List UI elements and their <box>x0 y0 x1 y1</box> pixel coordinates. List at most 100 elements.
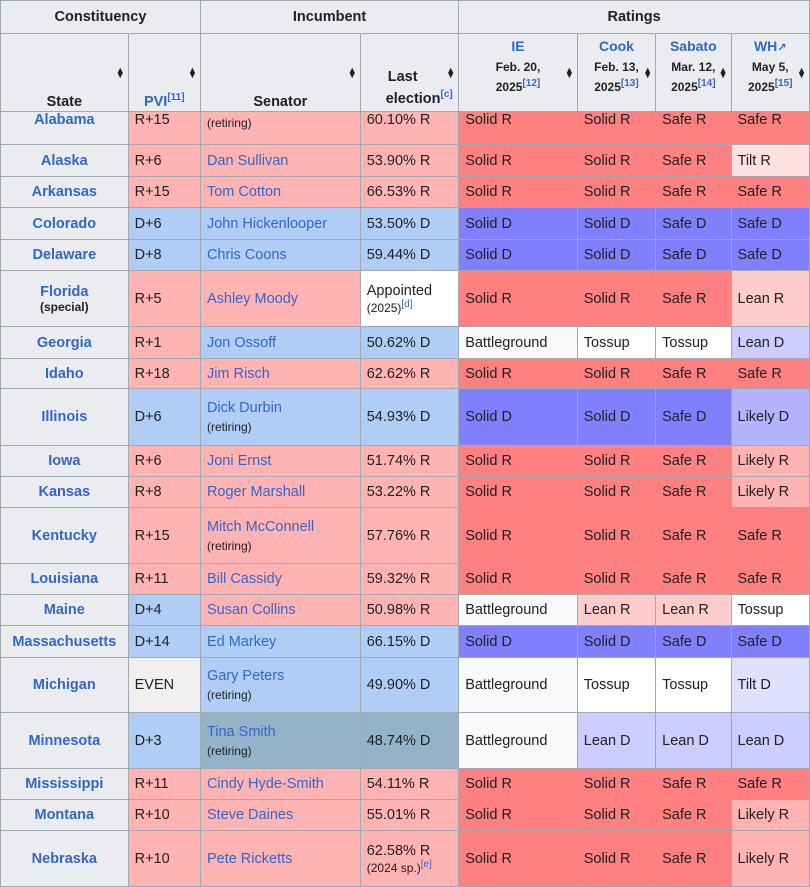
election-ref[interactable]: [e] <box>421 859 432 870</box>
senator-cell[interactable]: Jim Risch <box>199 358 361 389</box>
source-cook-ref[interactable]: [13] <box>621 78 639 89</box>
sort-arrows-icon[interactable]: ▲ ▼ <box>797 66 806 80</box>
senator-link[interactable]: Dick Durbin <box>207 400 354 416</box>
senator-cell[interactable]: Chris Coons <box>199 239 361 271</box>
senator-link[interactable]: Roger Marshall <box>207 484 354 500</box>
state-cell[interactable]: Maine <box>0 594 129 626</box>
table-row: Florida (special) R+5 Ashley Moody Appointed… <box>0 270 810 327</box>
senator-link[interactable]: Susan Collins <box>207 602 354 618</box>
rating-cell: Solid R <box>458 144 578 177</box>
source-sabato-link[interactable]: Sabato <box>657 38 729 54</box>
senator-cell[interactable]: Gary Peters (retiring) <box>199 657 361 713</box>
state-cell[interactable]: Nebraska <box>0 830 129 887</box>
sort-arrows-icon[interactable]: ▲ ▼ <box>719 66 728 80</box>
senator-cell[interactable]: Joni Ernst <box>199 445 361 477</box>
state-cell[interactable]: Delaware <box>0 239 129 271</box>
senator-link[interactable]: Jon Ossoff <box>207 335 354 351</box>
senator-link[interactable]: Chris Coons <box>207 247 354 263</box>
source-ie-ref[interactable]: [12] <box>522 78 540 89</box>
source-cook-header[interactable]: Cook Feb. 13, 2025[13] ▲ ▼ <box>576 33 657 112</box>
senator-link[interactable]: John Hickenlooper <box>207 216 354 232</box>
state-cell[interactable]: Illinois <box>0 388 129 446</box>
table-row: Mississippi R+11 Cindy Hyde-Smith 54.11% RS… <box>0 768 810 800</box>
senator-link[interactable]: Dan Sullivan <box>207 153 354 169</box>
senator-cell[interactable]: Pete Ricketts <box>199 830 361 887</box>
rating-cell: Solid R <box>576 176 657 208</box>
state-cell[interactable]: Georgia <box>0 326 129 359</box>
state-cell[interactable]: Massachusetts <box>0 625 129 658</box>
senator-cell[interactable]: John Hickenlooper <box>199 207 361 240</box>
senator-link[interactable]: Bill Cassidy <box>207 571 354 587</box>
pvi-ref[interactable]: [11] <box>167 92 184 103</box>
senator-cell[interactable]: Susan Collins <box>199 594 361 626</box>
senator-link[interactable]: Tom Cotton <box>207 184 354 200</box>
source-ie-link[interactable]: IE <box>460 38 576 54</box>
state-cell[interactable]: Idaho <box>0 358 129 389</box>
senator-column-header[interactable]: Senator ▲ ▼ <box>199 33 361 112</box>
state-cell[interactable]: Montana <box>0 799 129 831</box>
state-cell[interactable]: Colorado <box>0 207 129 240</box>
senator-link[interactable]: Gary Peters <box>207 668 354 684</box>
election-ref[interactable]: [c] <box>441 89 453 100</box>
election-ref[interactable]: [d] <box>401 299 412 310</box>
senator-cell[interactable]: Ed Markey <box>199 625 361 658</box>
state-cell[interactable]: Florida (special) <box>0 270 129 327</box>
senator-cell[interactable]: Dick Durbin (retiring) <box>199 388 361 446</box>
state-cell[interactable]: Louisiana <box>0 563 129 595</box>
source-cook-link[interactable]: Cook <box>579 38 654 54</box>
state-cell[interactable]: Michigan <box>0 657 129 713</box>
last-election-cell: 59.32% R <box>359 563 460 595</box>
senator-link[interactable]: Ed Markey <box>207 634 354 650</box>
sort-arrows-icon[interactable]: ▲ ▼ <box>188 66 197 80</box>
senator-link[interactable]: Tina Smith <box>207 724 354 740</box>
senator-cell[interactable]: Bill Cassidy <box>199 563 361 595</box>
pvi-column-header[interactable]: PVI[11] ▲ ▼ <box>127 33 201 112</box>
sort-arrows-icon[interactable]: ▲ ▼ <box>116 66 125 80</box>
state-cell[interactable]: Iowa <box>0 445 129 477</box>
state-cell[interactable]: Kentucky <box>0 507 129 564</box>
senator-link[interactable]: Pete Ricketts <box>207 851 354 867</box>
incumbent-header: Incumbent <box>199 0 460 34</box>
source-ie-header[interactable]: IE Feb. 20, 2025[12] ▲ ▼ <box>458 33 578 112</box>
state-cell[interactable]: Mississippi <box>0 768 129 800</box>
source-wh-ref[interactable]: [15] <box>775 78 793 89</box>
senator-cell[interactable]: Cindy Hyde-Smith <box>199 768 361 800</box>
senator-cell[interactable]: Ashley Moody <box>199 270 361 327</box>
senator-cell[interactable]: Tom Cotton <box>199 176 361 208</box>
senator-cell[interactable]: Mitch McConnell (retiring) <box>199 507 361 564</box>
state-cell[interactable]: Alaska <box>0 144 129 177</box>
state-cell[interactable]: Minnesota <box>0 712 129 769</box>
senator-cell[interactable]: Jon Ossoff <box>199 326 361 359</box>
rating-cell: Safe D <box>655 239 732 271</box>
senator-cell[interactable]: Roger Marshall <box>199 476 361 508</box>
source-wh-header[interactable]: WH↗ May 5, 2025[15] ▲ ▼ <box>730 33 810 112</box>
last-election-cell: 54.93% D <box>359 388 460 446</box>
senator-link[interactable]: Jim Risch <box>207 366 354 382</box>
sort-arrows-icon[interactable]: ▲ ▼ <box>565 66 574 80</box>
source-sabato-header[interactable]: Sabato Mar. 12, 2025[14] ▲ ▼ <box>655 33 732 112</box>
senator-cell[interactable]: (retiring) <box>199 111 361 145</box>
pvi-cell: R+8 <box>127 476 201 508</box>
pvi-link[interactable]: PVI <box>144 94 167 110</box>
source-sabato-ref[interactable]: [14] <box>698 78 716 89</box>
senator-link[interactable]: Joni Ernst <box>207 453 354 469</box>
senator-link[interactable]: Cindy Hyde-Smith <box>207 776 354 792</box>
state-cell[interactable]: Alabama <box>0 111 129 145</box>
sort-arrows-icon[interactable]: ▲ ▼ <box>643 66 652 80</box>
senator-cell[interactable]: Dan Sullivan <box>199 144 361 177</box>
senator-cell[interactable]: Tina Smith (retiring) <box>199 712 361 769</box>
senator-cell[interactable]: Steve Daines <box>199 799 361 831</box>
sort-arrows-icon[interactable]: ▲ ▼ <box>446 66 455 80</box>
rating-cell: Solid R <box>576 768 657 800</box>
state-cell[interactable]: Arkansas <box>0 176 129 208</box>
state-column-header[interactable]: State ▲ ▼ <box>0 33 129 112</box>
source-wh-link[interactable]: WH <box>754 38 777 54</box>
senator-link[interactable]: Ashley Moody <box>207 291 354 307</box>
senator-link[interactable]: Mitch McConnell <box>207 519 354 535</box>
last-election-cell: 66.15% D <box>359 625 460 658</box>
state-cell[interactable]: Kansas <box>0 476 129 508</box>
sort-arrows-icon[interactable]: ▲ ▼ <box>348 66 357 80</box>
senator-link[interactable]: Steve Daines <box>207 807 354 823</box>
table-row: Delaware D+8 Chris Coons 59.44% D Solid D Sol… <box>0 239 810 271</box>
last-election-column-header[interactable]: Last election[c] ▲ ▼ <box>359 33 460 112</box>
